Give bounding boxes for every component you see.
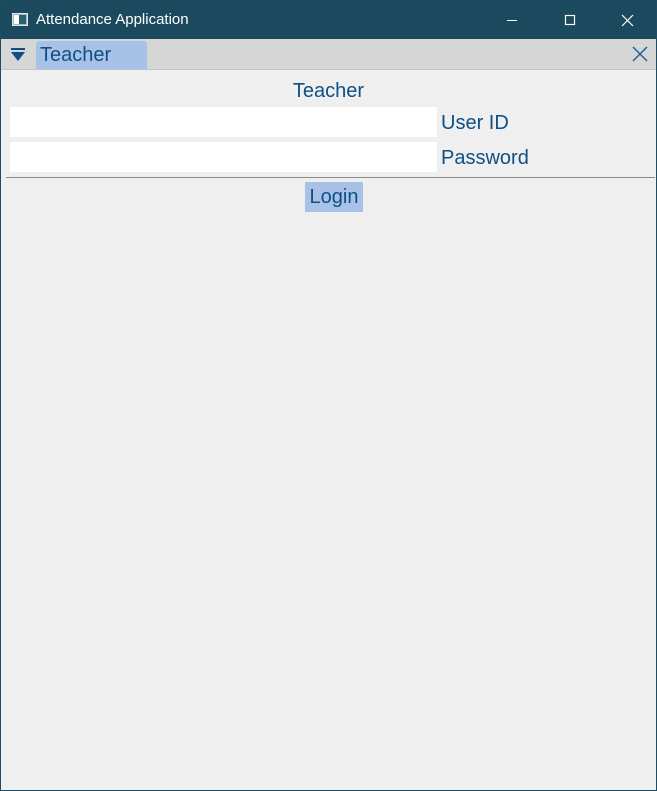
app-window-icon	[12, 13, 28, 26]
divider	[6, 177, 655, 178]
tab-label: Teacher	[40, 44, 112, 66]
window-title: Attendance Application	[36, 11, 189, 28]
close-icon	[621, 14, 633, 26]
minimize-button[interactable]	[483, 1, 541, 39]
panel-title: Teacher	[292, 80, 365, 102]
title-bar[interactable]: Attendance Application	[1, 1, 656, 39]
tab-bar: Teacher	[1, 39, 656, 70]
minimize-icon	[507, 20, 517, 21]
tab-teacher[interactable]: Teacher	[36, 41, 147, 69]
dropdown-triangle-icon[interactable]	[9, 46, 27, 64]
password-input[interactable]	[10, 142, 437, 172]
app-window: Attendance Application Teacher Teacher U…	[0, 0, 657, 791]
user-id-label: User ID	[441, 112, 509, 134]
close-icon[interactable]	[631, 45, 649, 63]
maximize-icon	[564, 14, 576, 26]
login-button[interactable]: Login	[305, 182, 363, 212]
password-label: Password	[441, 147, 529, 169]
window-close-button[interactable]	[598, 1, 656, 39]
user-id-input[interactable]	[10, 107, 437, 137]
maximize-button[interactable]	[541, 1, 599, 39]
